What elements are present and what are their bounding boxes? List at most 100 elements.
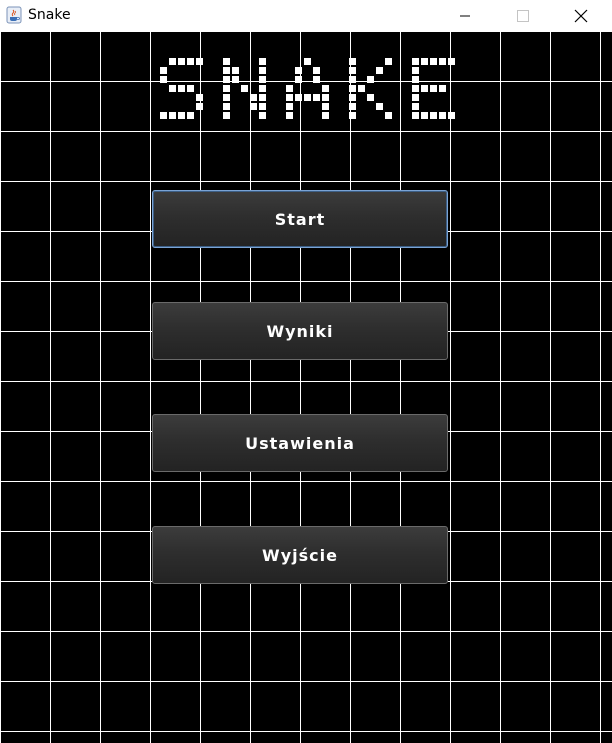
logo-block bbox=[412, 103, 419, 110]
logo-letter-k bbox=[349, 58, 392, 119]
logo-letter-s bbox=[160, 58, 203, 119]
window-titlebar[interactable]: Snake bbox=[0, 0, 612, 31]
logo-block bbox=[322, 85, 329, 92]
logo-block bbox=[412, 85, 419, 92]
logo-block bbox=[223, 67, 230, 74]
game-board: Start Wyniki Ustawienia Wyjście bbox=[0, 31, 612, 743]
logo-block bbox=[178, 85, 185, 92]
logo-block bbox=[223, 103, 230, 110]
logo-block bbox=[187, 112, 194, 119]
close-button[interactable] bbox=[552, 0, 610, 31]
logo-block bbox=[286, 103, 293, 110]
logo-block bbox=[232, 67, 239, 74]
results-button[interactable]: Wyniki bbox=[152, 302, 448, 360]
logo-block bbox=[178, 112, 185, 119]
logo-block bbox=[259, 94, 266, 101]
background-grid bbox=[0, 31, 612, 743]
logo-block bbox=[385, 112, 392, 119]
logo-block bbox=[160, 67, 167, 74]
logo-block bbox=[322, 112, 329, 119]
logo-block bbox=[349, 76, 356, 83]
logo-block bbox=[412, 58, 419, 65]
logo-block bbox=[232, 76, 239, 83]
logo-block bbox=[313, 67, 320, 74]
logo-block bbox=[250, 94, 257, 101]
logo-block bbox=[367, 94, 374, 101]
logo-block bbox=[313, 76, 320, 83]
logo-block bbox=[259, 112, 266, 119]
logo-block bbox=[349, 67, 356, 74]
maximize-button[interactable] bbox=[494, 0, 552, 31]
logo-block bbox=[412, 76, 419, 83]
logo-block bbox=[412, 112, 419, 119]
window-title: Snake bbox=[28, 7, 71, 23]
logo-block bbox=[250, 103, 257, 110]
logo-letter-e bbox=[412, 58, 455, 119]
logo-letter-n bbox=[223, 58, 266, 119]
logo-block bbox=[412, 94, 419, 101]
settings-button[interactable]: Ustawienia bbox=[152, 414, 448, 472]
start-button[interactable]: Start bbox=[152, 190, 448, 248]
logo-block bbox=[448, 112, 455, 119]
logo-block bbox=[376, 67, 383, 74]
logo-block bbox=[196, 94, 203, 101]
logo-block bbox=[223, 85, 230, 92]
logo-block bbox=[349, 94, 356, 101]
logo-block bbox=[259, 58, 266, 65]
logo-letter-a bbox=[286, 58, 329, 119]
logo-block bbox=[430, 112, 437, 119]
logo-block bbox=[304, 94, 311, 101]
logo-block bbox=[358, 85, 365, 92]
maximize-icon bbox=[517, 9, 529, 22]
logo-block bbox=[259, 85, 266, 92]
logo-block bbox=[295, 67, 302, 74]
close-icon bbox=[574, 9, 588, 22]
logo-block bbox=[160, 76, 167, 83]
logo-block bbox=[295, 94, 302, 101]
logo-block bbox=[313, 94, 320, 101]
logo-block bbox=[421, 85, 428, 92]
logo-block bbox=[286, 112, 293, 119]
logo-block bbox=[430, 58, 437, 65]
logo-block bbox=[439, 85, 446, 92]
logo-block bbox=[187, 58, 194, 65]
java-cup-icon bbox=[5, 6, 23, 24]
logo-block bbox=[322, 94, 329, 101]
logo-block bbox=[448, 58, 455, 65]
logo-block bbox=[421, 112, 428, 119]
logo-block bbox=[160, 112, 167, 119]
logo-block bbox=[187, 85, 194, 92]
logo-block bbox=[439, 112, 446, 119]
logo-block bbox=[169, 85, 176, 92]
logo-block bbox=[421, 58, 428, 65]
logo-block bbox=[367, 76, 374, 83]
logo-block bbox=[178, 58, 185, 65]
logo-block bbox=[349, 103, 356, 110]
logo-block bbox=[223, 94, 230, 101]
logo-block bbox=[349, 85, 356, 92]
minimize-button[interactable] bbox=[436, 0, 494, 31]
logo-block bbox=[430, 85, 437, 92]
logo-block bbox=[223, 58, 230, 65]
logo-block bbox=[169, 112, 176, 119]
logo-block bbox=[286, 85, 293, 92]
logo-block bbox=[259, 67, 266, 74]
exit-button[interactable]: Wyjście bbox=[152, 526, 448, 584]
logo-block bbox=[295, 76, 302, 83]
logo-block bbox=[169, 58, 176, 65]
logo-block bbox=[196, 103, 203, 110]
logo-block bbox=[241, 85, 248, 92]
logo-block bbox=[286, 94, 293, 101]
logo-block bbox=[376, 103, 383, 110]
logo-block bbox=[304, 58, 311, 65]
logo-block bbox=[259, 76, 266, 83]
logo-block bbox=[439, 58, 446, 65]
logo-block bbox=[223, 76, 230, 83]
logo-block bbox=[349, 112, 356, 119]
logo-block bbox=[322, 103, 329, 110]
logo-block bbox=[223, 112, 230, 119]
snake-logo bbox=[160, 58, 455, 119]
logo-block bbox=[349, 58, 356, 65]
logo-block bbox=[196, 58, 203, 65]
logo-block bbox=[412, 67, 419, 74]
